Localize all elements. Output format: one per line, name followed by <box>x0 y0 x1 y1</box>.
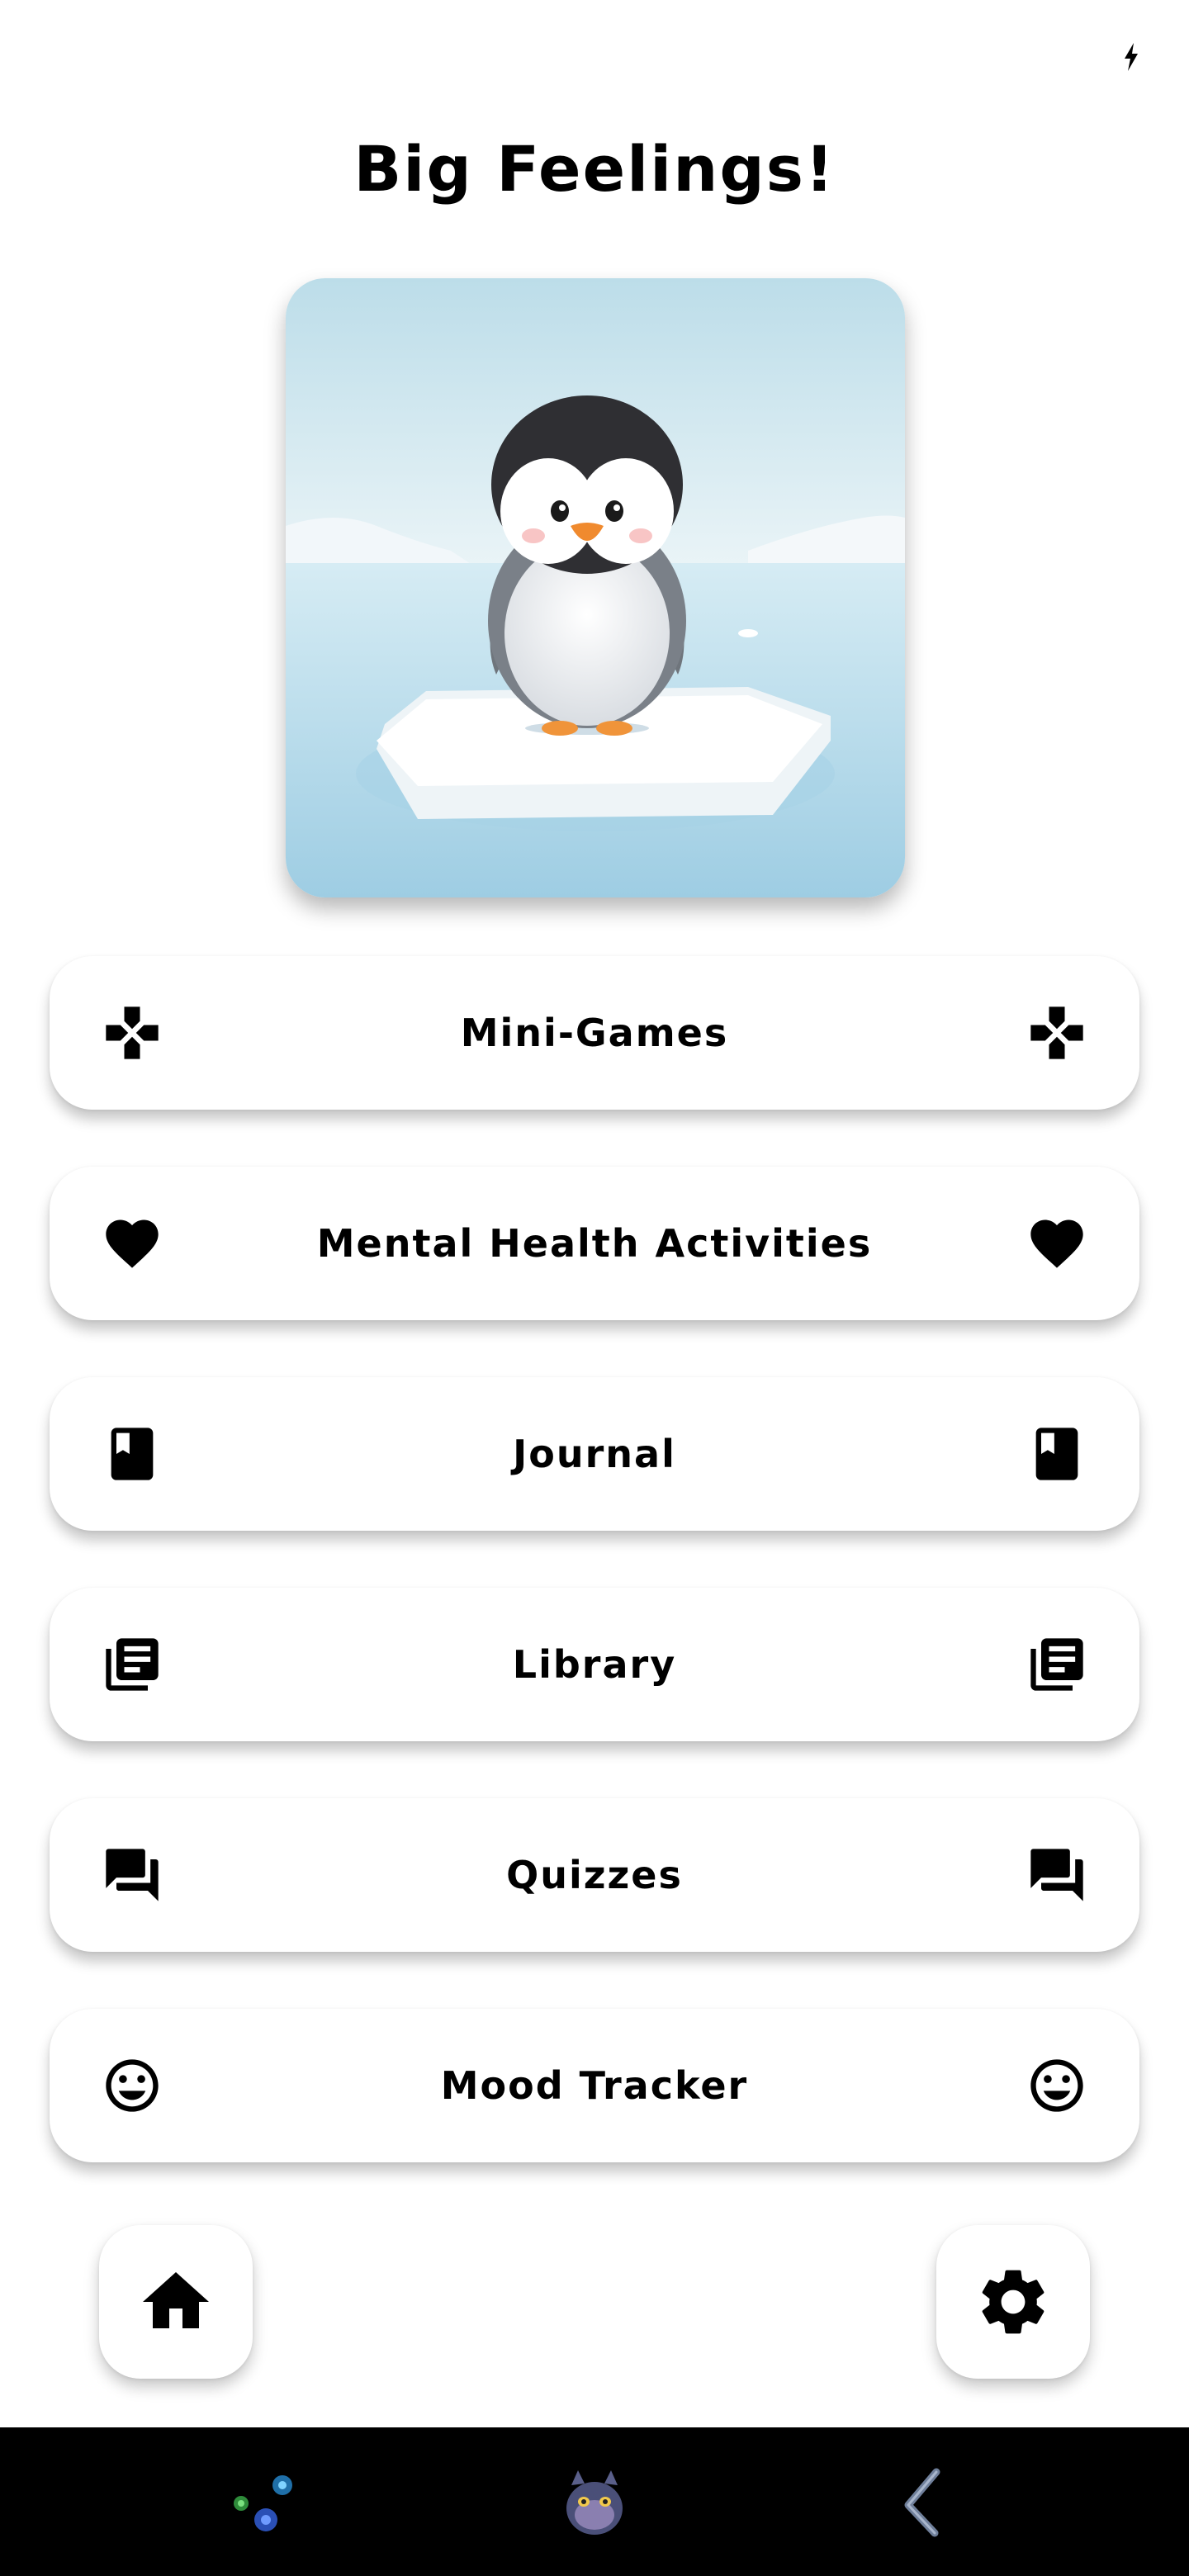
penguin-illustration <box>286 278 905 897</box>
library-button[interactable]: Library <box>50 1588 1139 1741</box>
apps-dots-icon[interactable] <box>223 2460 306 2543</box>
book-icon <box>1026 1423 1088 1485</box>
system-navigation-bar <box>0 2427 1189 2576</box>
mental-health-activities-label: Mental Health Activities <box>316 1221 873 1266</box>
settings-button[interactable] <box>936 2225 1090 2379</box>
library-label: Library <box>512 1642 677 1687</box>
mini-games-label: Mini-Games <box>460 1011 729 1055</box>
creature-avatar-icon[interactable] <box>553 2460 636 2543</box>
forum-icon <box>1026 1844 1088 1906</box>
home-button[interactable] <box>99 2225 253 2379</box>
quizzes-button[interactable]: Quizzes <box>50 1798 1139 1952</box>
page-title: Big Feelings! <box>353 132 836 206</box>
mental-health-activities-button[interactable]: Mental Health Activities <box>50 1167 1139 1320</box>
back-icon[interactable] <box>883 2460 966 2543</box>
journal-label: Journal <box>513 1432 676 1476</box>
gamepad-icon <box>1026 1002 1088 1064</box>
quizzes-label: Quizzes <box>506 1853 683 1897</box>
heart-icon <box>1026 1212 1088 1275</box>
bolt-icon <box>1123 43 1139 71</box>
gear-icon <box>982 2270 1045 2334</box>
mini-games-button[interactable]: Mini-Games <box>50 956 1139 1110</box>
smiley-face-icon <box>1026 2054 1088 2117</box>
library-books-icon <box>1026 1633 1088 1696</box>
mood-tracker-label: Mood Tracker <box>440 2063 749 2108</box>
journal-button[interactable]: Journal <box>50 1377 1139 1531</box>
mood-tracker-button[interactable]: Mood Tracker <box>50 2009 1139 2162</box>
home-icon <box>143 2272 209 2328</box>
